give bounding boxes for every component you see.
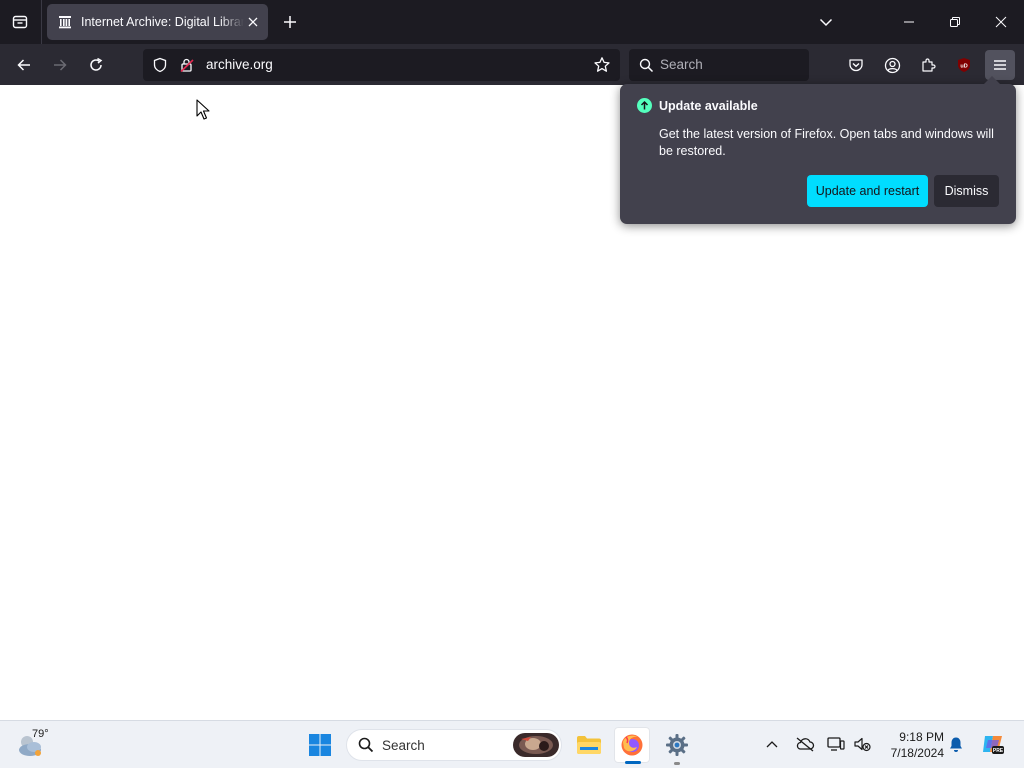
notifications-button[interactable]	[946, 734, 966, 754]
windows-logo-icon	[309, 734, 331, 756]
start-button[interactable]	[302, 727, 338, 763]
search-highlight-image	[513, 733, 559, 757]
svg-text:uD: uD	[960, 64, 967, 70]
arrow-right-icon	[54, 59, 67, 71]
weather-widget[interactable]: 79°	[16, 727, 60, 763]
svg-text:PRE: PRE	[993, 748, 1004, 754]
folder-icon	[577, 736, 601, 754]
minimize-button[interactable]	[886, 0, 932, 44]
update-and-restart-button[interactable]: Update and restart	[807, 175, 928, 207]
firefox-icon	[621, 734, 643, 756]
tab-internet-archive[interactable]: Internet Archive: Digital Library of Fre…	[47, 4, 268, 40]
extensions-button[interactable]	[913, 50, 943, 80]
onedrive-tray-icon[interactable]	[795, 734, 815, 754]
pocket-icon	[849, 59, 863, 72]
tab-strip: Internet Archive: Digital Library of Fre…	[0, 0, 1024, 44]
reload-button[interactable]	[81, 50, 111, 80]
clock-time: 9:18 PM	[899, 730, 944, 744]
restore-button[interactable]	[932, 0, 978, 44]
puzzle-icon	[922, 58, 936, 72]
gear-icon	[666, 734, 688, 756]
clock-date: 7/18/2024	[890, 746, 944, 760]
close-tab-icon[interactable]	[244, 13, 262, 31]
back-button[interactable]	[9, 50, 39, 80]
popup-title: Update available	[659, 99, 758, 113]
shield-icon[interactable]	[151, 56, 169, 74]
taskbar-search-label: Search	[382, 738, 425, 753]
ublock-origin-button[interactable]: uD	[949, 50, 979, 80]
display-tray-icon[interactable]	[826, 734, 846, 754]
firefox-taskbar-button[interactable]	[614, 727, 650, 763]
dismiss-button[interactable]: Dismiss	[934, 175, 999, 207]
network-volume-tray-icon[interactable]	[852, 734, 872, 754]
address-bar[interactable]: archive.org	[143, 49, 620, 81]
account-icon	[884, 57, 900, 73]
weather-temperature: 79°	[32, 728, 49, 740]
mouse-cursor-icon	[196, 99, 210, 120]
close-window-button[interactable]	[978, 0, 1024, 44]
speaker-network-icon	[854, 737, 871, 752]
url-text: archive.org	[206, 57, 273, 72]
update-arrow-icon	[637, 98, 652, 113]
chevron-down-icon	[819, 18, 833, 27]
hamburger-menu-icon	[994, 60, 1006, 70]
forward-button[interactable]	[45, 50, 75, 80]
taskbar-search-box[interactable]: Search	[346, 729, 562, 761]
active-app-indicator	[625, 761, 641, 764]
archive-building-icon	[57, 14, 73, 30]
firefox-view-button[interactable]	[0, 0, 40, 44]
show-hidden-icons-button[interactable]	[762, 734, 782, 754]
search-bar[interactable]: Search	[629, 49, 809, 81]
popup-arrow	[984, 76, 1000, 84]
popup-description: Get the latest version of Firefox. Open …	[659, 127, 994, 158]
close-icon	[995, 16, 1007, 28]
lock-warning-icon[interactable]	[178, 56, 196, 74]
tab-strip-separator	[41, 0, 42, 44]
search-placeholder: Search	[660, 57, 703, 72]
list-all-tabs-button[interactable]	[812, 8, 840, 36]
ublock-shield-icon: uD	[958, 58, 970, 72]
search-icon	[637, 56, 655, 74]
cloud-offline-icon	[796, 737, 815, 752]
minimize-icon	[904, 21, 914, 23]
account-button[interactable]	[877, 50, 907, 80]
restore-icon	[950, 17, 960, 27]
navigation-toolbar: archive.org Search uD	[0, 44, 1024, 85]
tab-title: Internet Archive: Digital Library of Fre…	[81, 15, 244, 29]
reload-icon	[90, 57, 103, 71]
copilot-icon: PRE	[983, 736, 1004, 754]
chevron-up-icon	[766, 741, 778, 748]
monitor-icon	[827, 737, 845, 751]
firefox-view-icon	[12, 15, 28, 29]
plus-icon	[284, 16, 296, 28]
new-tab-button[interactable]	[276, 8, 304, 36]
system-clock[interactable]: 9:18 PM 7/18/2024	[878, 729, 944, 761]
settings-taskbar-button[interactable]	[659, 727, 695, 763]
file-explorer-button[interactable]	[571, 727, 607, 763]
search-icon	[357, 736, 375, 754]
bookmark-star-icon[interactable]	[593, 56, 611, 74]
copilot-button[interactable]: PRE	[980, 731, 1006, 757]
arrow-left-icon	[17, 59, 30, 71]
update-available-popup: Update available Get the latest version …	[620, 76, 1016, 224]
pocket-button[interactable]	[841, 50, 871, 80]
running-app-indicator	[674, 762, 680, 765]
bell-icon	[950, 737, 962, 752]
windows-taskbar: 79° Search 9:18 PM 7/18/2024 PRE	[0, 720, 1024, 768]
